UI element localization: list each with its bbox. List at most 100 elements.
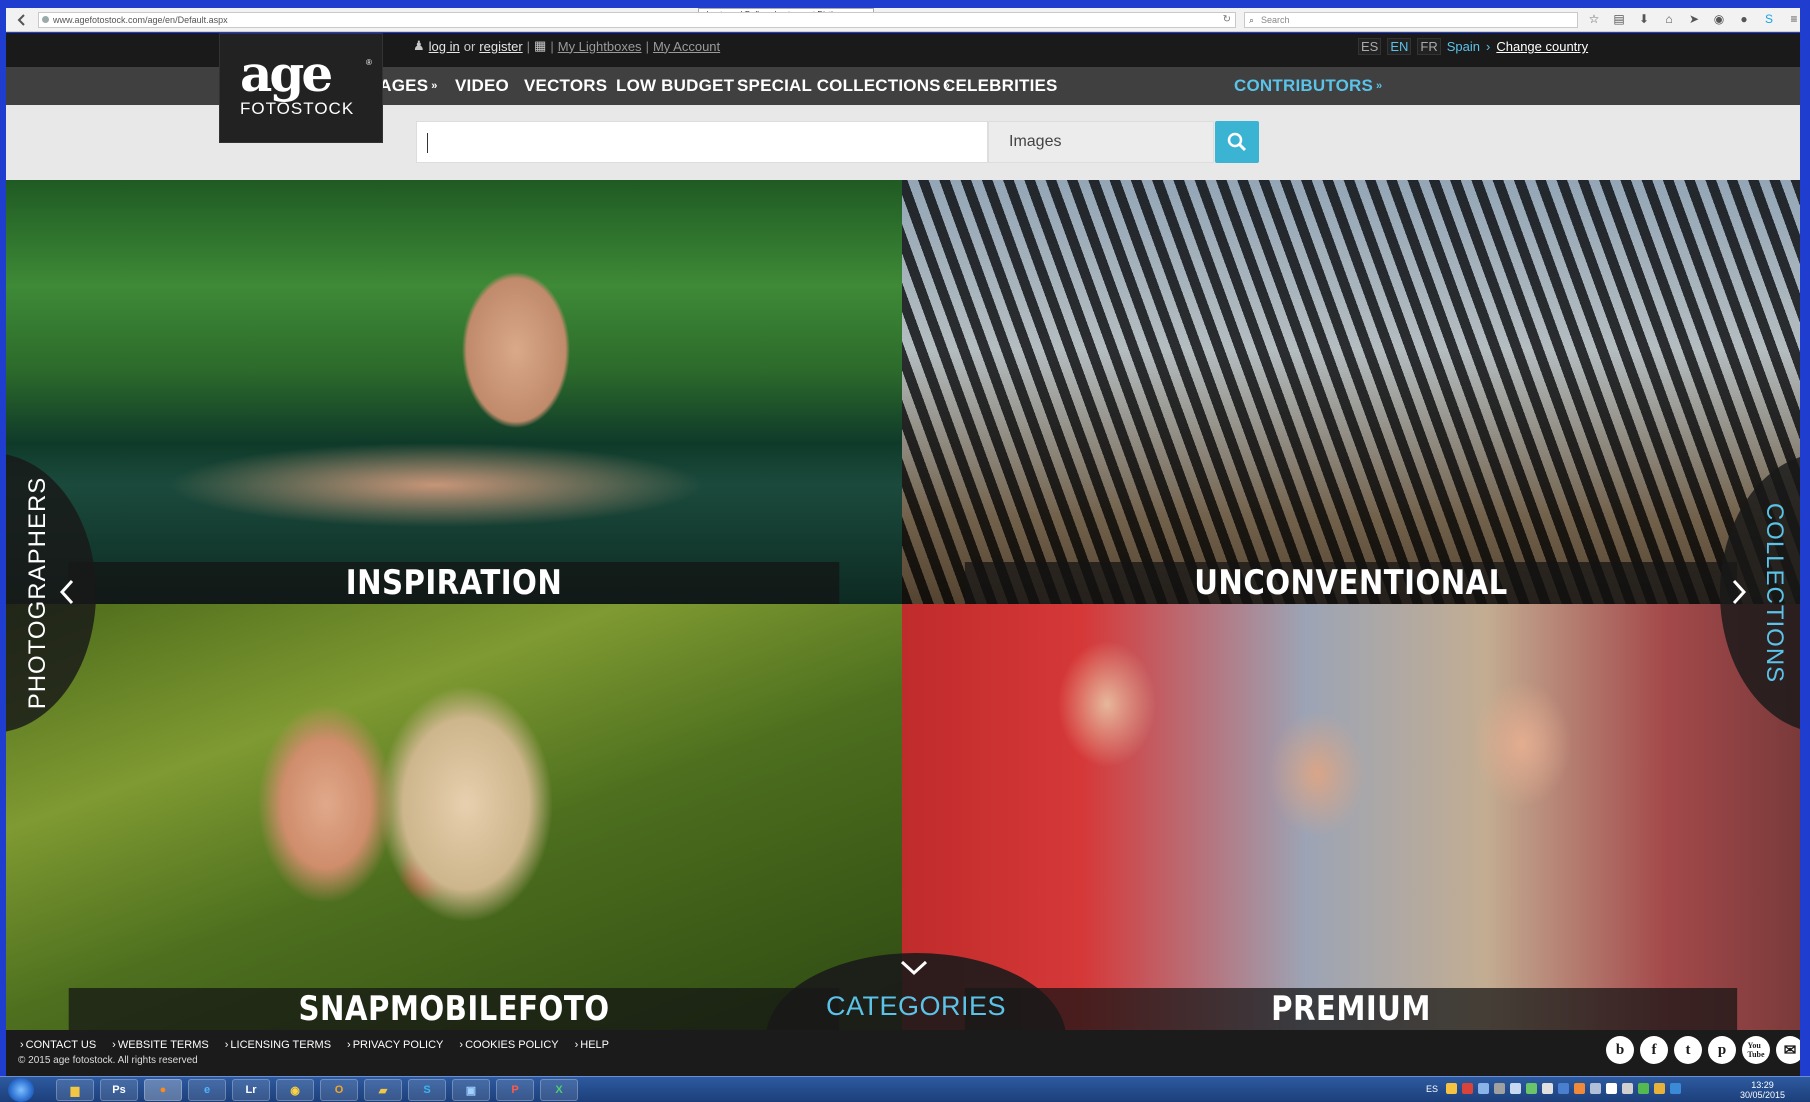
login-link[interactable]: log in bbox=[429, 39, 460, 54]
nav-celebrities[interactable]: CELEBRITIES bbox=[943, 76, 1058, 96]
explorer-icon[interactable]: ▆ bbox=[56, 1079, 94, 1101]
mail-icon[interactable]: ✉ bbox=[1776, 1036, 1800, 1064]
tray-app-icon[interactable] bbox=[1542, 1083, 1553, 1094]
double-chevron-down-icon: » bbox=[431, 80, 438, 92]
twitter-icon[interactable]: t bbox=[1674, 1036, 1702, 1064]
search-type-select[interactable]: Images bbox=[988, 121, 1214, 163]
user-icon: ♟ bbox=[413, 38, 425, 53]
skype-icon[interactable]: S bbox=[1761, 11, 1777, 27]
acrobat-icon[interactable]: P bbox=[496, 1079, 534, 1101]
chrome-icon[interactable]: ◉ bbox=[276, 1079, 314, 1101]
folder-icon[interactable]: ▰ bbox=[364, 1079, 402, 1101]
tray-app-icon[interactable] bbox=[1526, 1083, 1537, 1094]
nav-low-budget[interactable]: LOW BUDGET bbox=[616, 76, 734, 96]
tray-app-icon[interactable] bbox=[1558, 1083, 1569, 1094]
next-arrow-icon[interactable] bbox=[1728, 577, 1750, 607]
change-country-link[interactable]: Change country bbox=[1496, 39, 1588, 54]
separator: | bbox=[645, 38, 649, 54]
tray-app-icon[interactable] bbox=[1670, 1083, 1681, 1094]
home-icon[interactable]: ⌂ bbox=[1661, 11, 1677, 27]
tray-app-icon[interactable] bbox=[1510, 1083, 1521, 1094]
menu-icon[interactable]: ≡ bbox=[1786, 11, 1802, 27]
footer-help[interactable]: HELP bbox=[575, 1039, 609, 1051]
youtube-icon[interactable]: You Tube bbox=[1742, 1036, 1770, 1064]
tile-snapmobilefoto[interactable]: SNAPMOBILEFOTO bbox=[6, 604, 902, 1030]
separator: | bbox=[526, 38, 531, 54]
tray-language[interactable]: ES bbox=[1426, 1084, 1438, 1094]
my-lightboxes-link[interactable]: My Lightboxes bbox=[558, 39, 642, 54]
network-icon[interactable]: ▣ bbox=[452, 1079, 490, 1101]
tile-premium-label: PREMIUM bbox=[964, 988, 1738, 1030]
separator: | bbox=[550, 38, 554, 54]
tray-app-icon[interactable] bbox=[1462, 1083, 1473, 1094]
tray-app-icon[interactable] bbox=[1654, 1083, 1665, 1094]
language-bar: ES EN FR Spain › Change country bbox=[1358, 38, 1588, 55]
text-caret bbox=[427, 133, 428, 153]
search-input[interactable] bbox=[416, 121, 988, 163]
footer: CONTACT US WEBSITE TERMS LICENSING TERMS… bbox=[6, 1030, 1800, 1076]
categories-label[interactable]: CATEGORIES bbox=[766, 991, 1066, 1022]
back-icon[interactable] bbox=[12, 10, 32, 30]
nav-video[interactable]: VIDEO bbox=[455, 76, 509, 96]
tile-unconventional[interactable]: UNCONVENTIONAL bbox=[902, 180, 1800, 604]
screen: abentener | Define abentener at Dictiona… bbox=[0, 0, 1810, 1102]
country-label: Spain bbox=[1446, 39, 1480, 54]
browser-toolbar-icons: ☆ ▤ ⬇ ⌂ ➤ ◉ ● S ≡ bbox=[1586, 11, 1802, 27]
registered-icon: ® bbox=[366, 58, 372, 67]
footer-privacy-policy[interactable]: PRIVACY POLICY bbox=[347, 1039, 444, 1051]
start-button[interactable] bbox=[8, 1078, 34, 1102]
addon-icon[interactable]: ◉ bbox=[1711, 11, 1727, 27]
footer-website-terms[interactable]: WEBSITE TERMS bbox=[112, 1039, 209, 1051]
volume-icon[interactable] bbox=[1622, 1083, 1633, 1094]
tray-app-icon[interactable] bbox=[1574, 1083, 1585, 1094]
tray-app-icon[interactable] bbox=[1446, 1083, 1457, 1094]
footer-cookies-policy[interactable]: COOKIES POLICY bbox=[459, 1039, 559, 1051]
nav-special-collections[interactable]: SPECIAL COLLECTIONS» bbox=[737, 76, 950, 96]
logo[interactable]: age ® FOTOSTOCK bbox=[219, 33, 383, 143]
photoshop-icon[interactable]: Ps bbox=[100, 1079, 138, 1101]
photographers-tab[interactable]: PHOTOGRAPHERS bbox=[18, 463, 58, 723]
previous-arrow-icon[interactable] bbox=[56, 577, 78, 607]
register-link[interactable]: register bbox=[479, 39, 522, 54]
clock[interactable]: 13:29 30/05/2015 bbox=[1740, 1080, 1785, 1100]
my-account-link[interactable]: My Account bbox=[653, 39, 720, 54]
chevron-down-icon[interactable] bbox=[899, 958, 929, 978]
outlook-icon[interactable]: O bbox=[320, 1079, 358, 1101]
social-links: b f t p You Tube ✉ bbox=[1606, 1036, 1800, 1064]
lang-es[interactable]: ES bbox=[1358, 38, 1382, 55]
lang-en[interactable]: EN bbox=[1387, 38, 1412, 55]
send-icon[interactable]: ➤ bbox=[1686, 11, 1702, 27]
bookmark-star-icon[interactable]: ☆ bbox=[1586, 11, 1602, 27]
nav-vectors[interactable]: VECTORS bbox=[524, 76, 607, 96]
tray-app-icon[interactable] bbox=[1494, 1083, 1505, 1094]
tile-premium[interactable]: PREMIUM bbox=[902, 604, 1800, 1030]
search-icon: ⌕ bbox=[1249, 15, 1255, 25]
lang-fr[interactable]: FR bbox=[1417, 38, 1441, 55]
blog-icon[interactable]: b bbox=[1606, 1036, 1634, 1064]
nav-contributors[interactable]: CONTRIBUTORS» bbox=[1234, 76, 1382, 96]
footer-contact-us[interactable]: CONTACT US bbox=[20, 1039, 97, 1051]
bookmarks-list-icon[interactable]: ▤ bbox=[1611, 11, 1627, 27]
chat-icon[interactable]: ● bbox=[1736, 11, 1752, 27]
firefox-icon[interactable]: ● bbox=[144, 1079, 182, 1101]
facebook-icon[interactable]: f bbox=[1640, 1036, 1668, 1064]
or-text: or bbox=[463, 38, 476, 54]
excel-icon[interactable]: X bbox=[540, 1079, 578, 1101]
address-bar[interactable]: www.agefotostock.com/age/en/Default.aspx… bbox=[38, 12, 1236, 28]
search-button[interactable] bbox=[1215, 121, 1259, 163]
lightroom-icon[interactable]: Lr bbox=[232, 1079, 270, 1101]
tray-app-icon[interactable] bbox=[1590, 1083, 1601, 1094]
footer-licensing-terms[interactable]: LICENSING TERMS bbox=[225, 1039, 331, 1051]
tile-inspiration[interactable]: INSPIRATION bbox=[6, 180, 902, 604]
internet-explorer-icon[interactable]: e bbox=[188, 1079, 226, 1101]
pinterest-icon[interactable]: p bbox=[1708, 1036, 1736, 1064]
site-identity-icon[interactable] bbox=[42, 16, 49, 23]
reload-icon[interactable]: ↻ bbox=[1223, 13, 1231, 27]
tray-app-icon[interactable] bbox=[1478, 1083, 1489, 1094]
network-status-icon[interactable] bbox=[1638, 1083, 1649, 1094]
flag-icon[interactable] bbox=[1606, 1083, 1617, 1094]
downloads-icon[interactable]: ⬇ bbox=[1636, 11, 1652, 27]
browser-search-input[interactable]: ⌕ Search bbox=[1244, 12, 1578, 28]
skype-icon[interactable]: S bbox=[408, 1079, 446, 1101]
collections-tab[interactable]: COLLECTIONS bbox=[1754, 463, 1794, 723]
